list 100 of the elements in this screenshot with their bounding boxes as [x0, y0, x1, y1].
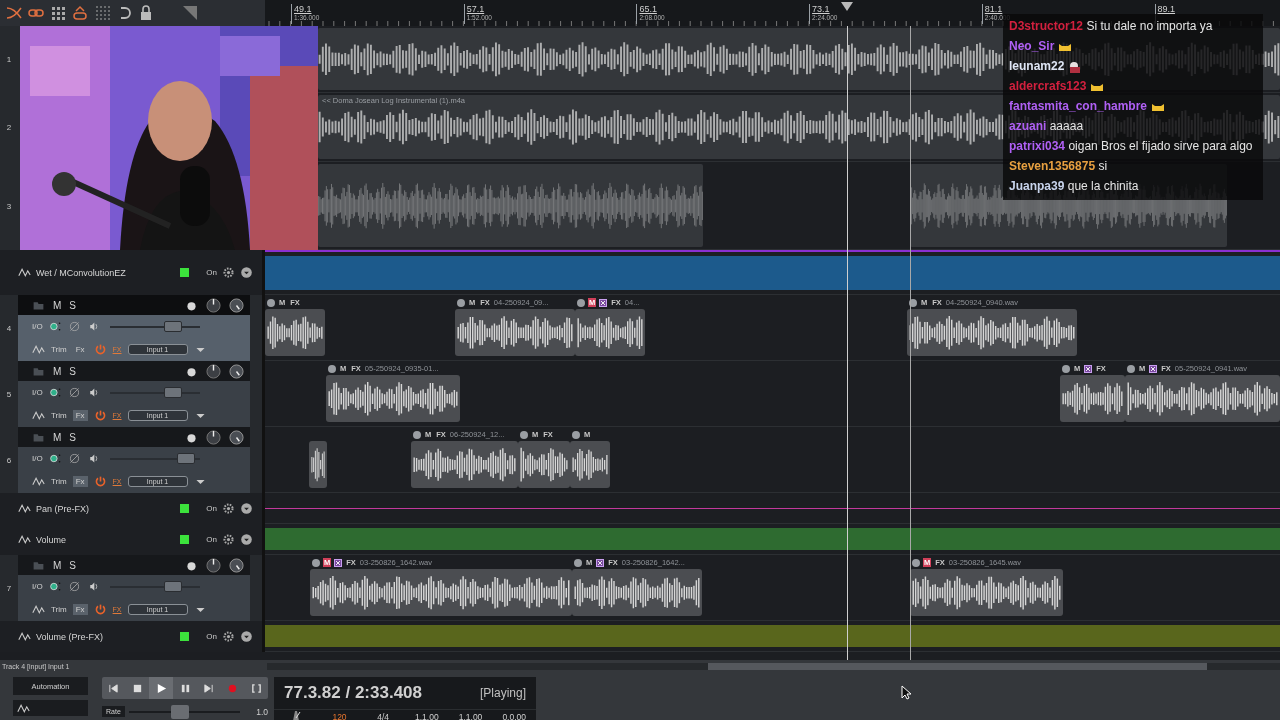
- fx-button[interactable]: Fx: [72, 344, 88, 355]
- circle-icon[interactable]: [457, 298, 465, 307]
- io-label[interactable]: I/O: [32, 388, 43, 397]
- circle-icon[interactable]: [312, 558, 320, 567]
- circle-icon[interactable]: [1127, 364, 1135, 373]
- fx-chain-icon[interactable]: [1084, 364, 1093, 373]
- phase-icon[interactable]: [67, 386, 81, 399]
- gear-icon[interactable]: [222, 533, 235, 546]
- volume-knob-icon[interactable]: [206, 363, 221, 379]
- arm-indicator[interactable]: [180, 268, 190, 277]
- circle-icon[interactable]: [520, 430, 528, 439]
- on-toggle[interactable]: On: [206, 632, 217, 641]
- io-dot-icon[interactable]: [48, 452, 62, 465]
- audio-clip[interactable]: [1060, 375, 1125, 422]
- time-field[interactable]: 0.0.00: [492, 712, 537, 720]
- pause-icon[interactable]: [179, 682, 191, 694]
- audio-clip[interactable]: [518, 441, 570, 488]
- fx-chain-icon[interactable]: [334, 558, 343, 567]
- circle-icon[interactable]: [577, 298, 585, 307]
- solo-button[interactable]: S: [69, 299, 76, 311]
- envelope-icon[interactable]: [18, 266, 31, 279]
- trim-label[interactable]: Trim: [51, 477, 67, 486]
- circle-icon[interactable]: [267, 298, 275, 307]
- trim-label[interactable]: Trim: [51, 605, 67, 614]
- play-icon[interactable]: [155, 682, 167, 694]
- io-dot-icon[interactable]: [48, 320, 62, 333]
- solo-button[interactable]: S: [69, 431, 76, 443]
- arm-indicator[interactable]: [180, 535, 190, 544]
- mute-button[interactable]: M: [53, 365, 62, 377]
- dropdown-icon[interactable]: [240, 266, 253, 279]
- envelope-icon[interactable]: [18, 502, 31, 515]
- circle-icon[interactable]: [413, 430, 421, 439]
- audio-clip[interactable]: [309, 441, 327, 488]
- pan-knob-icon[interactable]: [229, 363, 244, 379]
- arm-indicator[interactable]: [180, 504, 190, 513]
- fader-thumb[interactable]: [163, 386, 182, 398]
- io-label[interactable]: I/O: [32, 322, 43, 331]
- on-toggle[interactable]: On: [206, 535, 217, 544]
- circle-icon[interactable]: [912, 558, 920, 567]
- skip-back-icon[interactable]: [108, 682, 120, 694]
- on-toggle[interactable]: On: [206, 268, 217, 277]
- fx-button[interactable]: Fx: [72, 410, 88, 421]
- fader-thumb[interactable]: [163, 580, 182, 592]
- solo-button[interactable]: S: [69, 559, 76, 571]
- play-button[interactable]: [149, 677, 174, 699]
- tempo-value[interactable]: 120: [317, 712, 362, 720]
- circle-icon[interactable]: [574, 558, 582, 567]
- power-icon[interactable]: [93, 603, 107, 616]
- io-label[interactable]: I/O: [32, 582, 43, 591]
- skip-forward-icon[interactable]: [203, 682, 215, 694]
- gear-icon[interactable]: [222, 266, 235, 279]
- time-signature[interactable]: 4/4: [361, 712, 405, 720]
- pan-knob-icon[interactable]: [229, 429, 244, 445]
- trim-label[interactable]: Trim: [51, 345, 67, 354]
- mute-button[interactable]: M: [53, 299, 62, 311]
- stop-icon[interactable]: [132, 682, 144, 694]
- fx-chain-icon[interactable]: [599, 298, 608, 307]
- fx-button[interactable]: Fx: [72, 604, 88, 615]
- ruler-icon[interactable]: [182, 5, 198, 21]
- rate-thumb[interactable]: [170, 704, 189, 719]
- repeat-icon[interactable]: [250, 682, 262, 694]
- solo-button[interactable]: S: [69, 365, 76, 377]
- audio-clip[interactable]: [265, 309, 325, 356]
- audio-clip[interactable]: [575, 309, 645, 356]
- envelope-icon[interactable]: [18, 630, 31, 643]
- scrollbar[interactable]: [267, 662, 1280, 670]
- volume-knob-icon[interactable]: [206, 429, 221, 445]
- phase-icon[interactable]: [67, 580, 81, 593]
- lock-icon[interactable]: [138, 5, 154, 21]
- grid-icon[interactable]: [50, 5, 66, 21]
- playhead-icon[interactable]: [841, 2, 853, 11]
- circle-icon[interactable]: [1062, 364, 1070, 373]
- volume-knob-icon[interactable]: [206, 297, 221, 313]
- mute-button[interactable]: M: [53, 431, 62, 443]
- fx-button[interactable]: Fx: [72, 476, 88, 487]
- io-label[interactable]: I/O: [32, 454, 43, 463]
- io-dot-icon[interactable]: [48, 386, 62, 399]
- circle-icon[interactable]: [909, 298, 917, 307]
- fader-thumb[interactable]: [163, 320, 182, 332]
- envelope-icon[interactable]: [32, 409, 45, 422]
- audio-clip[interactable]: [570, 441, 610, 488]
- gear-icon[interactable]: [222, 630, 235, 643]
- trim-label[interactable]: Trim: [51, 411, 67, 420]
- group-icon[interactable]: [72, 5, 88, 21]
- power-icon[interactable]: [93, 475, 107, 488]
- pan-knob-icon[interactable]: [229, 557, 244, 573]
- fx-chain-icon[interactable]: [1149, 364, 1158, 373]
- snap-grid-icon[interactable]: [94, 5, 110, 21]
- dropdown-icon[interactable]: [240, 502, 253, 515]
- arm-indicator[interactable]: [180, 632, 190, 641]
- on-toggle[interactable]: On: [206, 504, 217, 513]
- dropdown-icon[interactable]: [240, 533, 253, 546]
- fx-chain-icon[interactable]: [596, 558, 605, 567]
- time-field[interactable]: 1.1.00: [448, 712, 493, 720]
- envelope-icon[interactable]: [32, 603, 45, 616]
- gear-icon[interactable]: [222, 502, 235, 515]
- pan-knob-icon[interactable]: [229, 297, 244, 313]
- phase-icon[interactable]: [67, 452, 81, 465]
- audio-clip[interactable]: [318, 164, 703, 247]
- envelope-mode-field[interactable]: [13, 700, 88, 716]
